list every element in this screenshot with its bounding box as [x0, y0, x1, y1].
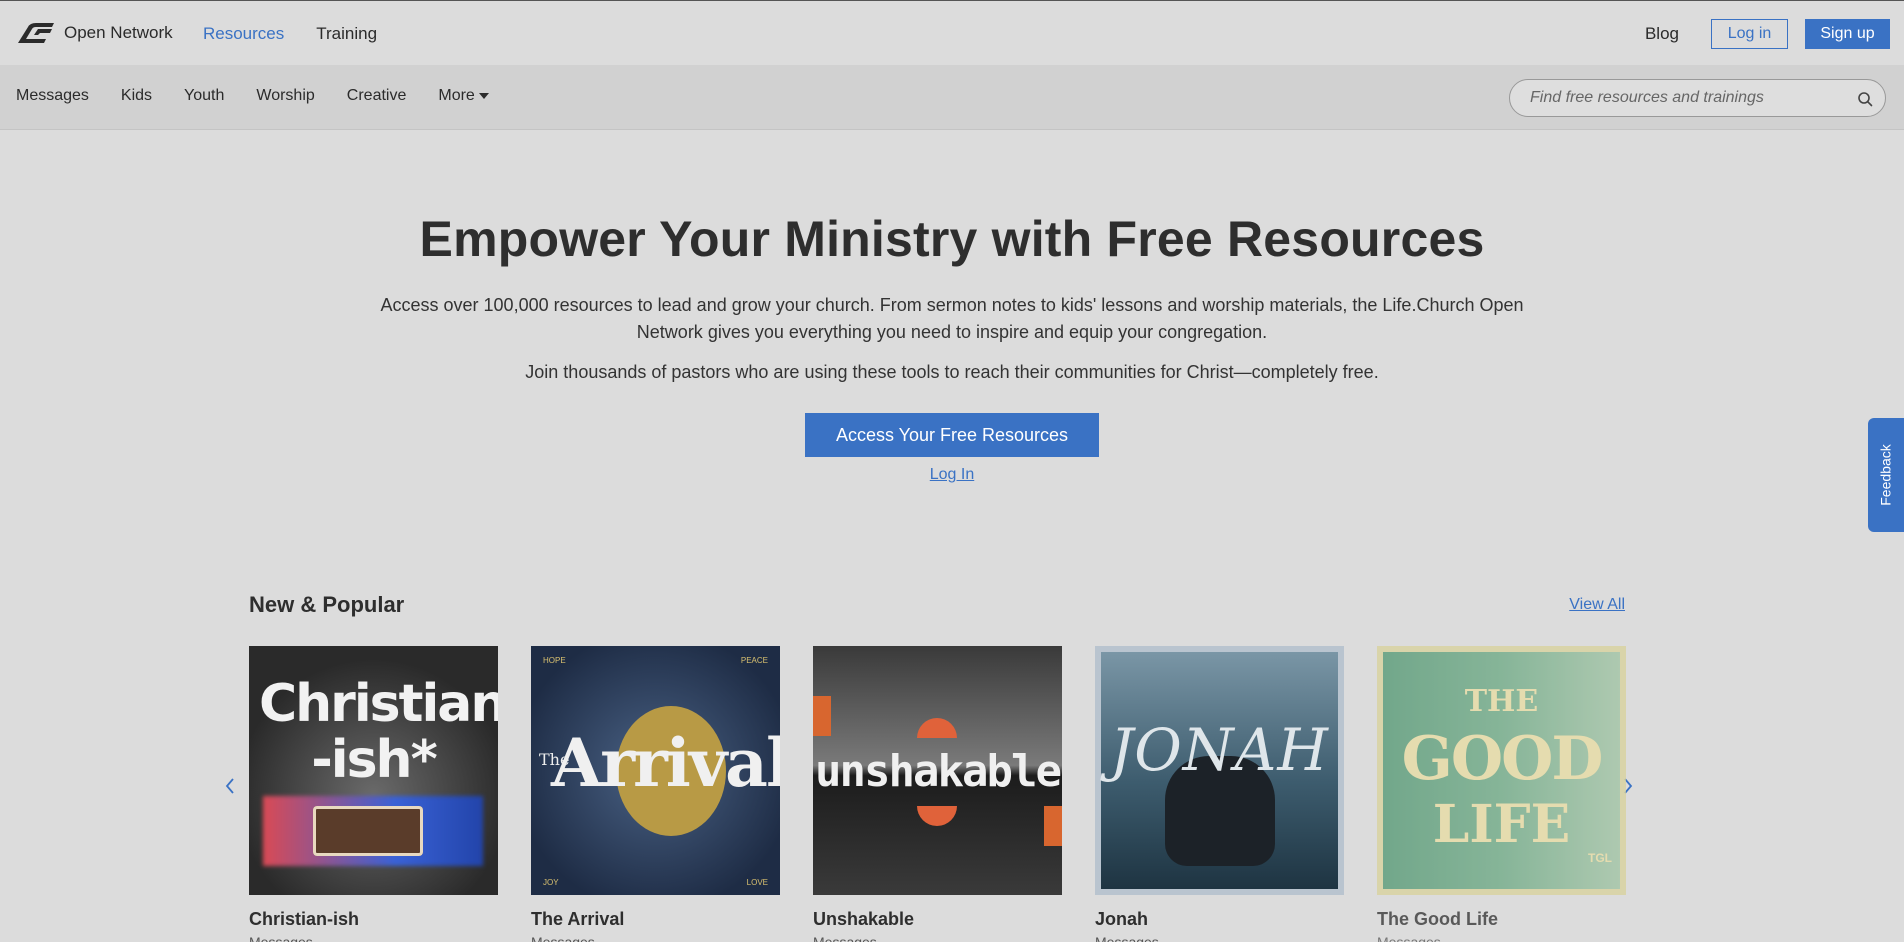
hero-login-link[interactable]: Log In	[0, 466, 1904, 484]
sub-nav: Messages Kids Youth Worship Creative Mor…	[0, 65, 1904, 130]
signup-button[interactable]: Sign up	[1805, 19, 1890, 49]
thumb-accent	[813, 696, 831, 736]
card-thumbnail: JONAH	[1095, 646, 1344, 895]
more-dropdown[interactable]: More	[438, 87, 489, 105]
thumb-sun	[917, 718, 957, 738]
search-icon[interactable]	[1857, 91, 1873, 107]
card-category: Messages	[249, 934, 313, 942]
resource-card[interactable]: THE GOOD LIFE TGL The Good Life Messages	[1377, 646, 1626, 942]
resource-card[interactable]: Christian -ish* Christian-ish Messages	[249, 646, 498, 942]
hero-title: Empower Your Ministry with Free Resource…	[419, 211, 1485, 267]
card-title: Jonah	[1095, 909, 1149, 929]
nav-resources[interactable]: Resources	[203, 24, 284, 44]
card-thumbnail: HOPE PEACE JOY LOVE The Arrival	[531, 646, 780, 895]
card-title: The Good Life	[1377, 909, 1498, 929]
card-thumbnail: THE GOOD LIFE TGL	[1377, 646, 1626, 895]
thumb-tag-text: TGL	[1588, 851, 1612, 865]
new-popular-header: New & Popular View All	[249, 592, 1625, 618]
thumb-accent	[1044, 806, 1062, 846]
thumb-art-text: GOOD	[1401, 724, 1604, 794]
thumb-corner-text: JOY	[543, 878, 559, 887]
hero-description: Access over 100,000 resources to lead an…	[380, 295, 1524, 342]
thumb-art-text: unshakable	[815, 746, 1062, 797]
login-button[interactable]: Log in	[1711, 19, 1788, 49]
card-category: Messages	[813, 934, 877, 942]
card-thumbnail: Christian -ish*	[249, 646, 498, 895]
access-resources-button[interactable]: Access Your Free Resources	[805, 413, 1099, 457]
chevron-down-icon	[478, 92, 489, 99]
feedback-label: Feedback	[1878, 444, 1895, 506]
category-creative[interactable]: Creative	[347, 87, 407, 105]
card-title: Christian-ish	[249, 909, 360, 929]
search-box	[1509, 79, 1886, 117]
category-kids[interactable]: Kids	[121, 87, 152, 105]
hero-section: Empower Your Ministry with Free Resource…	[0, 130, 1904, 484]
card-title: Unshakable	[813, 909, 915, 929]
card-title: The Arrival	[531, 909, 625, 929]
thumb-art-text: THE	[1464, 684, 1539, 719]
carousel-prev-icon[interactable]	[223, 776, 237, 796]
category-messages[interactable]: Messages	[16, 87, 89, 105]
thumb-art-text: LIFE	[1432, 794, 1571, 855]
top-nav: Resources Training	[203, 24, 377, 44]
open-network-logo-icon	[18, 23, 54, 43]
nav-training[interactable]: Training	[316, 24, 377, 44]
thumb-corner-text: LOVE	[746, 878, 768, 887]
nav-blog[interactable]: Blog	[1645, 24, 1679, 44]
resource-carousel: Christian -ish* Christian-ish Messages H…	[249, 646, 1626, 942]
card-thumbnail: unshakable	[813, 646, 1062, 895]
resource-card[interactable]: JONAH Jonah Messages	[1095, 646, 1344, 942]
resource-card[interactable]: unshakable Unshakable Messages	[813, 646, 1062, 942]
thumb-sun	[917, 806, 957, 826]
top-bar: Open Network Resources Training Blog Log…	[0, 0, 1904, 65]
brand-name: Open Network	[64, 23, 173, 42]
thumb-art-text: Christian -ish*	[259, 674, 498, 790]
search-input[interactable]	[1530, 89, 1850, 107]
thumb-art-text: Arrival	[551, 724, 780, 802]
feedback-tab[interactable]: Feedback	[1868, 418, 1904, 532]
thumb-bible-art	[313, 806, 423, 856]
card-category: Messages	[1095, 934, 1159, 942]
card-category: Messages	[531, 934, 595, 942]
hero-subtext: Join thousands of pastors who are using …	[525, 362, 1379, 382]
thumb-art-text: JONAH	[1109, 716, 1330, 784]
category-youth[interactable]: Youth	[184, 87, 224, 105]
thumb-corner-text: HOPE	[543, 656, 566, 665]
top-right-actions: Blog Log in Sign up	[1645, 19, 1890, 49]
category-worship[interactable]: Worship	[256, 87, 314, 105]
thumb-corner-text: PEACE	[740, 656, 768, 665]
brand[interactable]: Open Network	[16, 21, 173, 45]
view-all-link[interactable]: View All	[1569, 596, 1625, 614]
resource-card[interactable]: HOPE PEACE JOY LOVE The Arrival The Arri…	[531, 646, 780, 942]
category-menu: Messages Kids Youth Worship Creative Mor…	[16, 87, 489, 105]
card-category: Messages	[1377, 934, 1441, 942]
section-title: New & Popular	[249, 592, 405, 617]
more-label: More	[438, 87, 475, 104]
